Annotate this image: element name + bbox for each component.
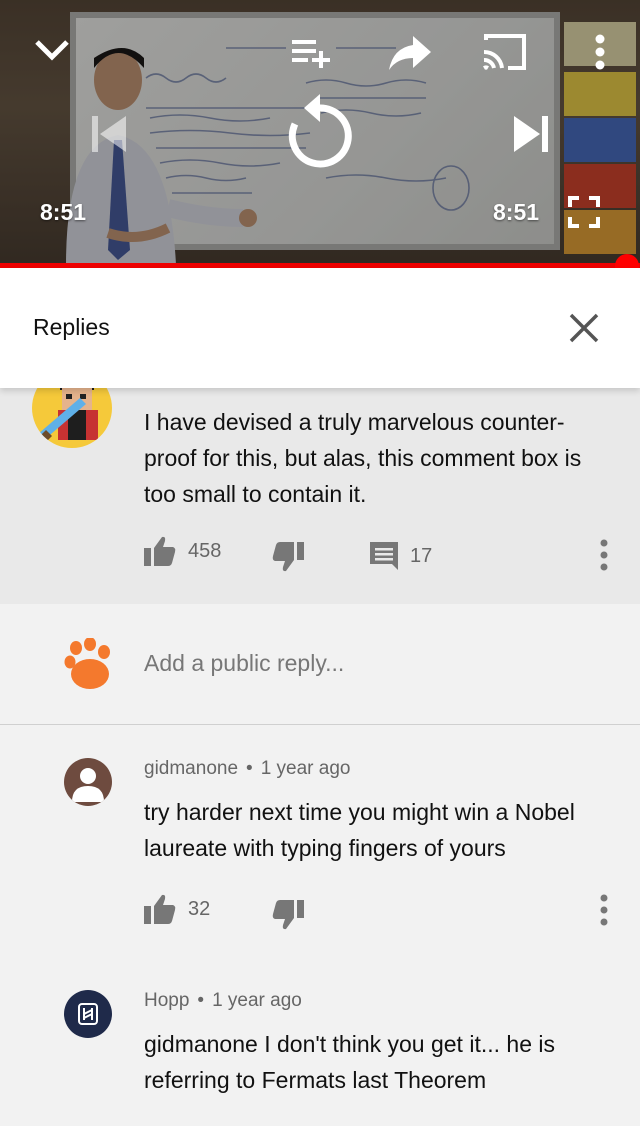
parent-dislike-button[interactable] bbox=[272, 542, 304, 572]
more-options-icon[interactable] bbox=[588, 30, 612, 74]
reply-dislike-button[interactable] bbox=[272, 900, 304, 930]
parent-more-icon[interactable] bbox=[594, 535, 614, 575]
share-icon[interactable] bbox=[385, 30, 435, 74]
cast-icon[interactable] bbox=[478, 30, 530, 74]
thumbs-down-icon bbox=[272, 542, 304, 572]
duration: 8:51 bbox=[493, 199, 540, 225]
thumbs-up-icon bbox=[144, 894, 176, 924]
reply-more-icon[interactable] bbox=[594, 890, 614, 930]
replies-header: Replies bbox=[0, 268, 640, 388]
parent-reply-count: 17 bbox=[410, 544, 433, 567]
reply-meta: gidmanone • 1 year ago bbox=[144, 758, 351, 779]
reply-like-button[interactable]: 32 bbox=[144, 894, 210, 924]
reply-time: 1 year ago bbox=[212, 990, 302, 1011]
reply-like-count: 32 bbox=[188, 897, 211, 920]
reply-avatar[interactable] bbox=[64, 990, 112, 1038]
comment-icon bbox=[370, 542, 398, 570]
reply-avatar[interactable] bbox=[64, 758, 112, 806]
fullscreen-icon[interactable] bbox=[566, 194, 602, 230]
previous-video-icon bbox=[86, 112, 130, 156]
parent-like-button[interactable]: 458 bbox=[144, 536, 221, 566]
parent-reply-count-button[interactable]: 17 bbox=[370, 542, 432, 570]
add-to-playlist-icon[interactable] bbox=[288, 34, 334, 70]
close-icon[interactable] bbox=[562, 306, 606, 350]
reply-meta: Hopp • 1 year ago bbox=[144, 990, 302, 1011]
video-player[interactable]: 8:51 8:51 bbox=[0, 0, 640, 265]
parent-comment-text: I have devised a truly marvelous counter… bbox=[144, 409, 582, 507]
thumbs-down-icon bbox=[272, 900, 304, 930]
reply-time: 1 year ago bbox=[260, 758, 351, 779]
minimize-chevron-down-icon[interactable] bbox=[30, 28, 74, 72]
current-time: 8:51 bbox=[40, 199, 87, 225]
parent-like-count: 458 bbox=[188, 539, 222, 562]
thumbs-up-icon bbox=[144, 536, 176, 566]
reply-author[interactable]: Hopp bbox=[144, 990, 189, 1011]
reply-author[interactable]: gidmanone bbox=[144, 758, 238, 779]
next-video-icon[interactable] bbox=[510, 112, 554, 156]
add-reply-input[interactable]: Add a public reply... bbox=[144, 650, 344, 677]
reply-text: try harder next time you might win a Nob… bbox=[144, 799, 575, 861]
replies-title: Replies bbox=[33, 314, 110, 340]
parent-comment: I have devised a truly marvelous counter… bbox=[0, 368, 640, 604]
paw-icon bbox=[62, 638, 114, 690]
replay-icon[interactable] bbox=[284, 92, 356, 172]
reply-text: gidmanone I don't think you get it... he… bbox=[144, 1031, 555, 1093]
add-reply-row[interactable]: Add a public reply... bbox=[0, 604, 640, 725]
